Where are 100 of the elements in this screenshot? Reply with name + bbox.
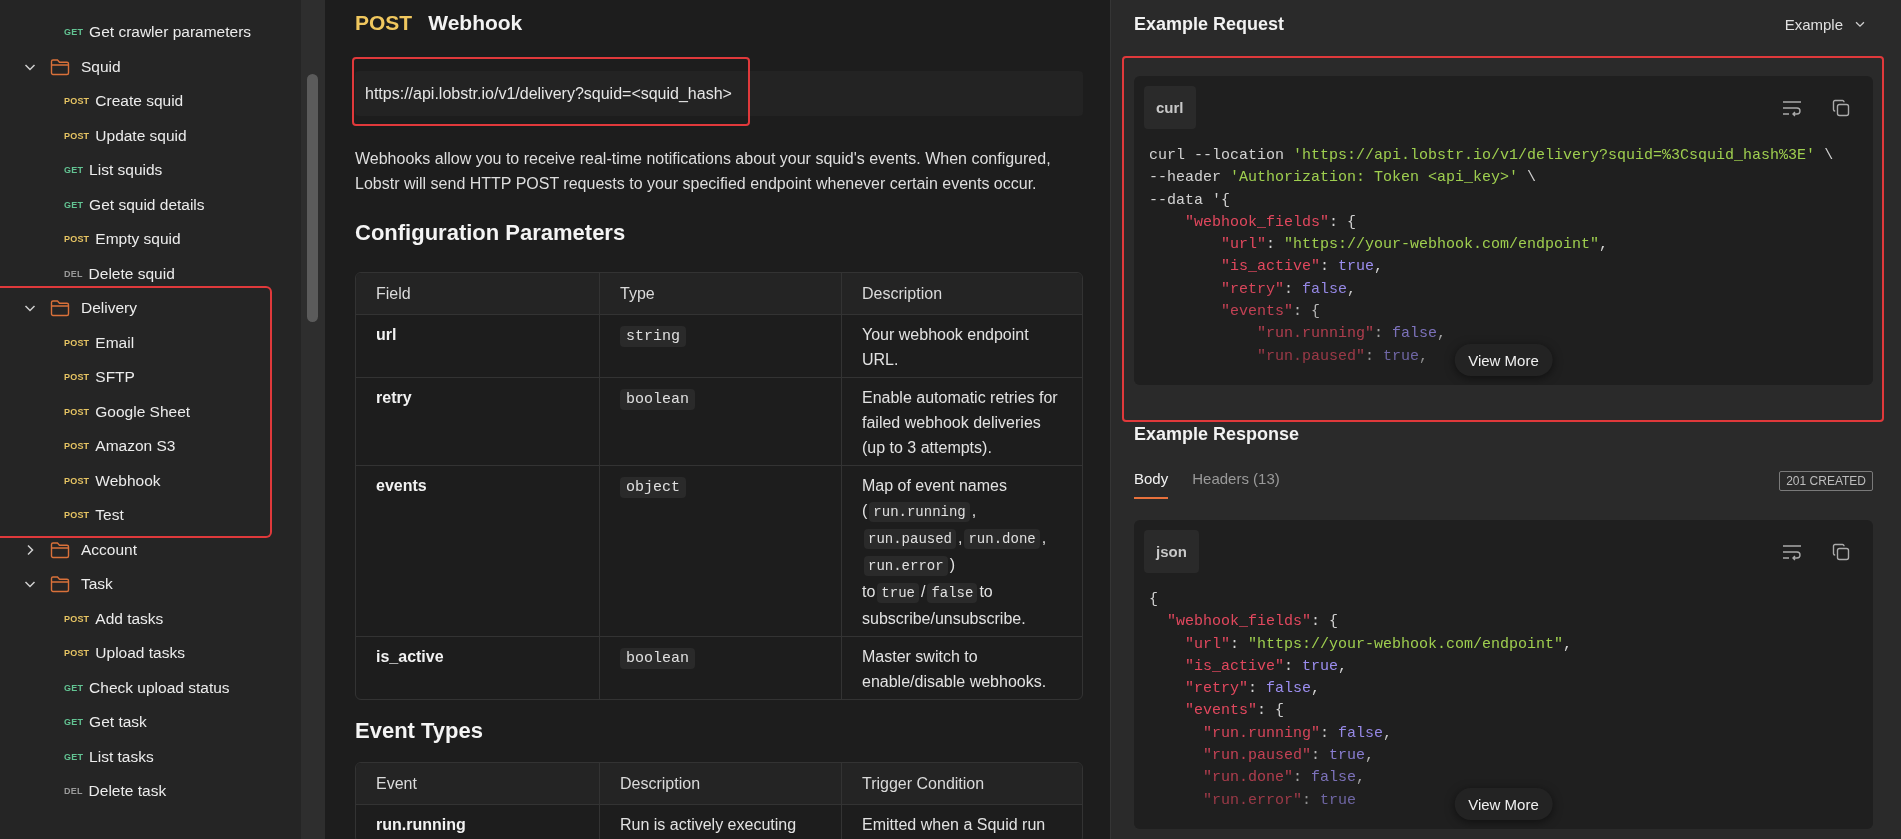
section-heading: Event Types <box>355 717 484 745</box>
table-cell-text: is_active <box>375 647 445 667</box>
code-line: "retry": false, <box>1220 279 1357 300</box>
column-header: Description <box>599 763 841 805</box>
intro-paragraph: Webhooks allow you to receive real-time notifications about your squid's events. When configured, Lobstr will send HTTP POST requests to your specified endpoint whenever certain events occur. <box>355 149 1052 194</box>
sidebar-item[interactable]: Get crawler parameters <box>89 23 252 42</box>
code-line: "webhook_fields": { <box>1184 212 1357 233</box>
sidebar-item[interactable]: Delete squid <box>88 264 175 283</box>
language-label: json <box>1144 530 1199 573</box>
view-more-button[interactable]: View More <box>1454 344 1553 376</box>
folder-icon <box>50 575 70 594</box>
code-line: "retry": false, <box>1184 679 1321 700</box>
status-badge: 201 CREATED <box>1779 471 1873 491</box>
panel-heading: Example Request <box>1134 13 1286 35</box>
code-line: { <box>1149 590 1158 610</box>
folder-label[interactable]: Task <box>81 575 113 594</box>
column-header: Type <box>599 273 841 315</box>
column-header: Event <box>356 763 599 805</box>
sidebar-item[interactable]: Update squid <box>95 126 187 145</box>
panel-heading: Example Response <box>1134 423 1301 446</box>
method-label: POST <box>355 11 413 35</box>
folder-icon <box>50 57 70 76</box>
folder-icon <box>50 540 70 559</box>
code-line: --data '{ <box>1149 190 1230 211</box>
method-tag: POST <box>64 441 90 452</box>
table-cell: Run is actively executing <box>599 805 841 839</box>
code-line: "is_active": true, <box>1184 656 1348 677</box>
sidebar-item[interactable]: Delete task <box>88 782 167 801</box>
sidebar-item[interactable]: Google Sheet <box>95 402 191 421</box>
method-tag: POST <box>64 372 90 383</box>
code-line: "is_active": true, <box>1220 257 1384 278</box>
code-line: "url": "https://your-webhook.com/endpoint", <box>1220 235 1609 256</box>
method-tag: POST <box>64 130 90 141</box>
type-code: boolean <box>620 389 695 410</box>
wrap-lines-icon[interactable] <box>1782 542 1802 561</box>
example-dropdown[interactable]: Example <box>1784 15 1873 33</box>
sidebar-item[interactable]: Get task <box>89 713 147 732</box>
wrap-lines-icon[interactable] <box>1782 98 1802 117</box>
code-line: "url": "https://your-webhook.com/endpoint", <box>1184 634 1573 655</box>
sidebar-item[interactable]: List squids <box>89 161 163 180</box>
method-tag: GET <box>64 199 84 210</box>
view-more-button[interactable]: View More <box>1454 788 1553 820</box>
sidebar-item[interactable]: Upload tasks <box>95 644 185 663</box>
method-tag: POST <box>64 648 90 659</box>
method-tag: POST <box>64 96 90 107</box>
code-line: --header 'Authorization: Token <api_key>' \ <box>1149 168 1537 189</box>
response-tab[interactable]: Body <box>1134 469 1169 499</box>
method-tag: POST <box>64 613 90 624</box>
page-title: Webhook <box>428 11 523 35</box>
response-tab[interactable]: Headers (13) <box>1192 469 1280 499</box>
table-cell: Your webhook endpoint URL. <box>841 315 1082 378</box>
sidebar-item[interactable]: Add tasks <box>95 609 164 628</box>
table-cell-text: run.running <box>375 815 467 835</box>
sidebar-item[interactable]: SFTP <box>95 368 135 387</box>
method-tag: GET <box>64 717 84 728</box>
type-code: string <box>620 326 686 347</box>
code-line: "webhook_fields": { <box>1166 612 1339 633</box>
type-code: object <box>620 477 686 498</box>
method-tag: GET <box>64 27 84 38</box>
column-header: Field <box>356 273 599 315</box>
copy-icon[interactable] <box>1832 98 1850 117</box>
folder-label[interactable]: Delivery <box>81 299 137 318</box>
column-header: Description <box>841 273 1082 315</box>
code-line: "run.done": false, <box>1202 768 1366 789</box>
sidebar-item[interactable]: Amazon S3 <box>95 437 176 456</box>
code-line: curl --location 'https://api.lobstr.io/v1/delivery?squid=%3Csquid_hash%3E' \ <box>1149 146 1834 166</box>
code-line: "events": { <box>1184 701 1285 722</box>
sidebar-item[interactable]: Webhook <box>95 471 161 490</box>
method-tag: POST <box>64 406 90 417</box>
method-tag: POST <box>64 337 90 348</box>
code-line: "run.running": false, <box>1256 324 1447 345</box>
code-line: "run.running": false, <box>1202 723 1393 744</box>
sidebar-item[interactable]: Email <box>95 333 135 352</box>
table-cell: events <box>356 466 599 637</box>
code-line: "run.error": true <box>1202 790 1357 811</box>
method-tag: POST <box>64 510 90 521</box>
method-tag: GET <box>64 751 84 762</box>
code-line: "events": { <box>1220 302 1321 323</box>
scrollbar-thumb[interactable] <box>307 74 318 322</box>
sidebar-item[interactable]: Test <box>95 506 124 525</box>
method-tag: DEL <box>64 268 83 279</box>
sidebar-item[interactable]: List tasks <box>89 747 154 766</box>
language-label: curl <box>1144 86 1196 129</box>
sidebar-item[interactable]: Check upload status <box>89 678 230 697</box>
table-cell: Map of event names ( run.running , run.paused , run.done , run.error ) to true / false to subscribe/unsubscribe. <box>841 466 1082 637</box>
code-line: "run.paused": true, <box>1202 746 1375 767</box>
sidebar-item[interactable]: Get squid details <box>89 195 205 214</box>
folder-label[interactable]: Account <box>81 540 137 559</box>
code-line: "run.paused": true, <box>1256 346 1429 367</box>
folder-label[interactable]: Squid <box>81 57 121 76</box>
method-tag: GET <box>64 165 84 176</box>
table-cell: url <box>356 315 599 378</box>
copy-icon[interactable] <box>1832 542 1850 561</box>
sidebar-item[interactable]: Empty squid <box>95 230 181 249</box>
section-heading: Configuration Parameters <box>355 219 627 247</box>
folder-icon <box>50 299 70 318</box>
url-text: https://api.lobstr.io/v1/delivery?squid=<squid_hash> <box>364 84 732 103</box>
column-header: Trigger Condition <box>841 763 1082 805</box>
table-cell: Master switch to enable/disable webhooks. <box>841 637 1082 699</box>
sidebar-item[interactable]: Create squid <box>95 92 184 111</box>
